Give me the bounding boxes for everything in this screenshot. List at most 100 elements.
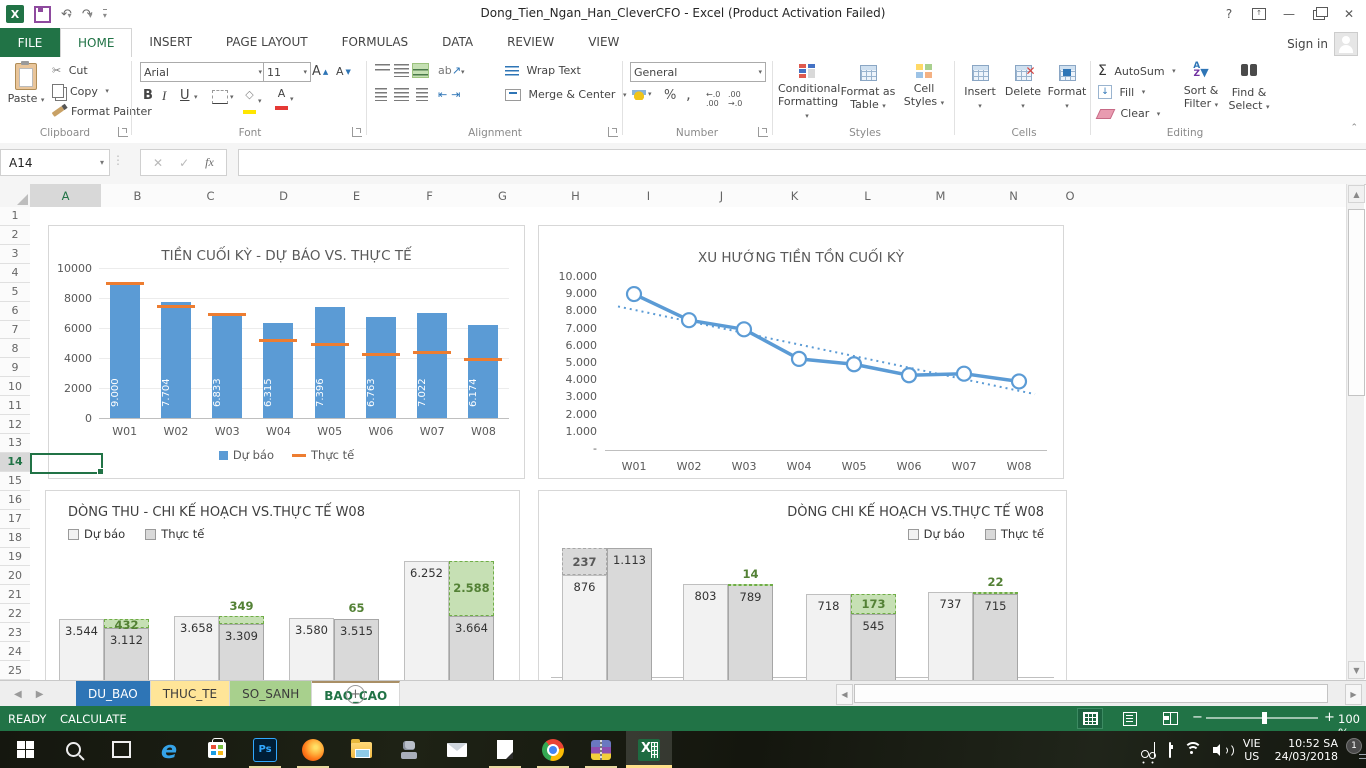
ribbon-tab-review[interactable]: REVIEW bbox=[490, 28, 571, 56]
font-size-combo[interactable]: 11▾ bbox=[263, 62, 311, 82]
column-header-H[interactable]: H bbox=[539, 184, 613, 208]
ribbon-tab-data[interactable]: DATA bbox=[425, 28, 490, 56]
close-button[interactable]: ✕ bbox=[1334, 0, 1364, 28]
wrap-text-button[interactable]: Wrap Text bbox=[505, 64, 581, 77]
column-header-E[interactable]: E bbox=[320, 184, 394, 208]
row-header-17[interactable]: 17 bbox=[0, 510, 31, 529]
sheet-canvas[interactable]: TIỀN CUỐI KỲ - DỰ BÁO VS. THỰC TẾ1000080… bbox=[30, 207, 1346, 680]
alignment-dialog-launcher[interactable] bbox=[608, 127, 618, 137]
underline-caret[interactable]: ▾ bbox=[194, 93, 198, 101]
column-header-I[interactable]: I bbox=[612, 184, 686, 208]
namebox-splitter[interactable]: ⋮ bbox=[112, 153, 124, 167]
help-button[interactable]: ? bbox=[1214, 0, 1244, 28]
row-header-21[interactable]: 21 bbox=[0, 585, 31, 604]
borders-button[interactable]: ▾ bbox=[212, 90, 234, 104]
enter-formula-button[interactable]: ✓ bbox=[179, 156, 189, 170]
clear-button[interactable]: Clear ▾ bbox=[1098, 107, 1160, 120]
column-header-F[interactable]: F bbox=[393, 184, 467, 208]
taskbar-firefox-icon[interactable] bbox=[290, 731, 336, 768]
align-center-button[interactable] bbox=[394, 88, 409, 101]
calculate-indicator[interactable]: CALCULATE bbox=[60, 712, 127, 726]
column-header-A[interactable]: A bbox=[30, 184, 102, 209]
row-header-3[interactable]: 3 bbox=[0, 245, 31, 264]
clock[interactable]: 10:52 SA24/03/2018 bbox=[1275, 737, 1338, 763]
taskbar-file-explorer-icon[interactable] bbox=[338, 731, 384, 768]
column-header-B[interactable]: B bbox=[101, 184, 175, 208]
row-header-1[interactable]: 1 bbox=[0, 207, 31, 226]
select-all-corner[interactable] bbox=[0, 184, 31, 208]
chart-xu-huong-tien-ton[interactable]: XU HƯỚNG TIỀN TỒN CUỐI KỲ10.0009.0008.00… bbox=[538, 225, 1064, 479]
zoom-in-button[interactable]: + bbox=[1324, 710, 1335, 725]
column-header-G[interactable]: G bbox=[466, 184, 540, 208]
ribbon-display-options-button[interactable]: ↑ bbox=[1244, 0, 1274, 28]
italic-button[interactable]: I bbox=[162, 88, 166, 104]
align-top-button[interactable] bbox=[375, 64, 390, 77]
row-header-10[interactable]: 10 bbox=[0, 377, 31, 396]
column-header-D[interactable]: D bbox=[247, 184, 321, 208]
font-color-button[interactable]: A▾ bbox=[275, 88, 294, 110]
underline-button[interactable]: U bbox=[180, 88, 190, 103]
conditional-formatting-button[interactable]: ConditionalFormatting ▾ bbox=[778, 59, 836, 125]
account-avatar[interactable] bbox=[1334, 32, 1358, 56]
vertical-scroll-thumb[interactable] bbox=[1348, 209, 1365, 396]
comma-style-button[interactable]: , bbox=[686, 85, 691, 103]
align-left-button[interactable] bbox=[375, 88, 390, 101]
taskbar-mail-icon[interactable] bbox=[434, 731, 480, 768]
scroll-up-arrow[interactable]: ▲ bbox=[1348, 185, 1365, 203]
increase-decimal-button[interactable]: ←.0.00 bbox=[706, 90, 720, 108]
chart-dong-chi[interactable]: DÒNG CHI KẾ HOẠCH VS.THỰC TẾ W08Dự báoTh… bbox=[538, 490, 1067, 680]
align-bottom-button[interactable] bbox=[413, 64, 428, 77]
row-header-6[interactable]: 6 bbox=[0, 302, 31, 321]
battery-icon[interactable] bbox=[1169, 743, 1171, 757]
format-as-table-button[interactable]: Format asTable ▾ bbox=[840, 59, 896, 125]
next-sheet-arrow[interactable]: ▶ bbox=[36, 689, 44, 700]
taskbar-notepad-icon[interactable] bbox=[482, 731, 528, 768]
minimize-button[interactable]: — bbox=[1274, 0, 1304, 28]
percent-style-button[interactable]: % bbox=[664, 88, 676, 103]
collapse-ribbon-button[interactable]: ⌃ bbox=[1350, 123, 1358, 133]
scroll-right-arrow[interactable]: ▶ bbox=[1345, 684, 1362, 705]
number-dialog-launcher[interactable] bbox=[758, 127, 768, 137]
taskbar-search-icon[interactable] bbox=[50, 731, 96, 768]
ribbon-tab-page-layout[interactable]: PAGE LAYOUT bbox=[209, 28, 325, 56]
cancel-formula-button[interactable]: ✕ bbox=[153, 156, 163, 170]
fill-color-button[interactable]: ◇▾ bbox=[243, 88, 262, 114]
row-header-15[interactable]: 15 bbox=[0, 472, 31, 491]
row-header-11[interactable]: 11 bbox=[0, 396, 31, 415]
format-painter-button[interactable]: Format Painter bbox=[52, 105, 152, 118]
find-select-button[interactable]: Find &Select ▾ bbox=[1226, 59, 1272, 125]
merge-center-button[interactable]: Merge & Center ▾ bbox=[505, 88, 626, 101]
tab-file[interactable]: FILE bbox=[0, 28, 60, 57]
taskbar-chrome-icon[interactable] bbox=[530, 731, 576, 768]
sheet-tab-thuc_te[interactable]: THUC_TE bbox=[151, 681, 230, 707]
taskbar-task-view-icon[interactable] bbox=[98, 731, 144, 768]
row-header-18[interactable]: 18 bbox=[0, 529, 31, 548]
decrease-decimal-button[interactable]: .00→.0 bbox=[728, 90, 742, 108]
font-dialog-launcher[interactable] bbox=[352, 127, 362, 137]
restore-button[interactable] bbox=[1304, 0, 1334, 28]
row-header-19[interactable]: 19 bbox=[0, 548, 31, 567]
decrease-indent-button[interactable]: ⇤ bbox=[438, 88, 447, 101]
orientation-button[interactable]: ab→▾ bbox=[438, 64, 464, 77]
page-layout-view-button[interactable] bbox=[1118, 709, 1142, 728]
fill-button[interactable]: ↓ Fill ▾ bbox=[1098, 85, 1145, 99]
scroll-down-arrow[interactable]: ▼ bbox=[1348, 661, 1365, 679]
ribbon-tab-home[interactable]: HOME bbox=[60, 28, 132, 57]
sheet-tab-so_sanh[interactable]: SO_SANH bbox=[230, 681, 312, 707]
taskbar-photoshop-icon[interactable]: Ps bbox=[242, 731, 288, 768]
normal-view-button[interactable] bbox=[1078, 709, 1102, 728]
row-header-7[interactable]: 7 bbox=[0, 321, 31, 340]
column-header-K[interactable]: K bbox=[758, 184, 832, 208]
row-header-12[interactable]: 12 bbox=[0, 415, 31, 434]
formula-input[interactable] bbox=[238, 149, 1366, 176]
zoom-out-button[interactable]: − bbox=[1192, 710, 1203, 725]
row-header-5[interactable]: 5 bbox=[0, 283, 31, 302]
increase-indent-button[interactable]: ⇥ bbox=[451, 88, 460, 101]
zoom-slider-thumb[interactable] bbox=[1262, 712, 1267, 724]
row-header-14[interactable]: 14 bbox=[0, 453, 32, 472]
selected-cell-A14[interactable] bbox=[30, 453, 103, 474]
column-header-M[interactable]: M bbox=[904, 184, 978, 208]
font-name-combo[interactable]: Arial▾ bbox=[140, 62, 266, 82]
page-break-view-button[interactable] bbox=[1158, 709, 1182, 728]
row-header-9[interactable]: 9 bbox=[0, 358, 31, 377]
